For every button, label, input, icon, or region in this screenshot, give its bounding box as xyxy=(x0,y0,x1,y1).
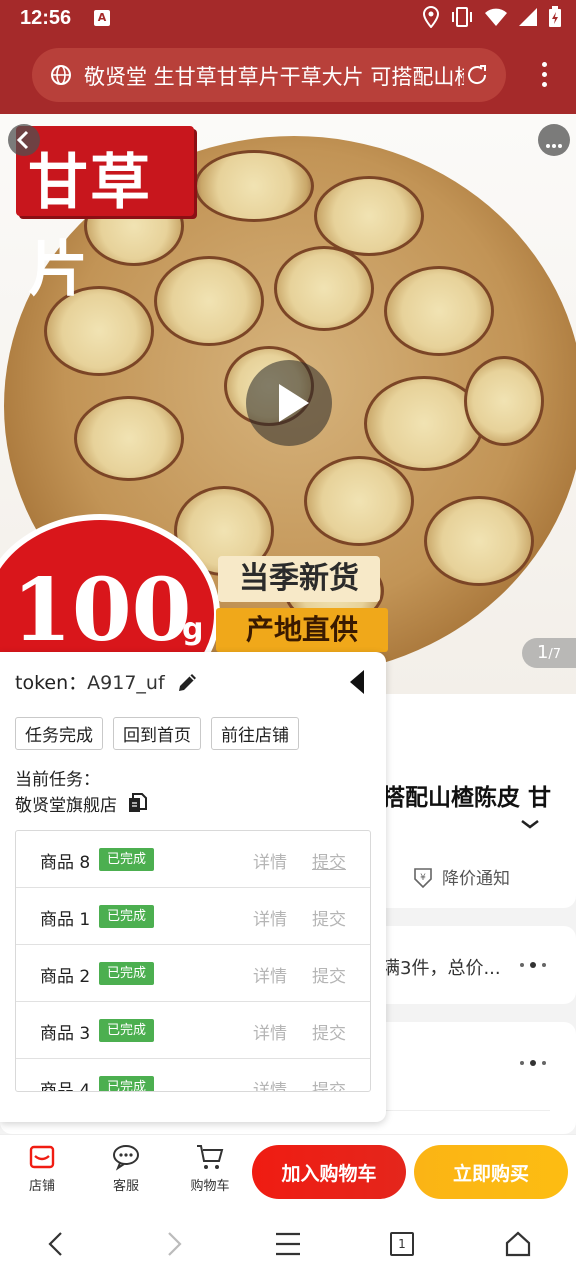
reload-icon[interactable] xyxy=(464,62,490,88)
status-badge: 已完成 xyxy=(99,962,155,985)
chevron-down-icon[interactable] xyxy=(520,816,540,832)
customer-service-button[interactable]: 客服 xyxy=(98,1143,154,1194)
cart-icon xyxy=(197,1145,224,1169)
detail-link[interactable]: 详情 xyxy=(253,1019,287,1044)
detail-link[interactable]: 详情 xyxy=(253,848,287,873)
task-row: 商品 2 已完成 详情 提交 xyxy=(16,945,370,1002)
app-notification-icon: A xyxy=(94,10,110,26)
edit-icon[interactable] xyxy=(176,670,200,694)
task-row: 商品 4 已完成 详情 提交 xyxy=(16,1059,370,1092)
image-counter-current: 1 xyxy=(536,642,549,663)
image-counter: 1/7 xyxy=(522,638,576,668)
nav-forward-icon[interactable] xyxy=(162,1230,186,1258)
token-value: A917_uf xyxy=(87,672,165,694)
price-notify-button[interactable]: ¥ 降价通知 xyxy=(412,864,510,889)
address-bar[interactable]: 敬贤堂 生甘草甘草片干草大片 可搭配山楂陈皮 甘草 xyxy=(32,48,506,102)
price-notify-label: 降价通知 xyxy=(442,869,510,889)
status-badge: 已完成 xyxy=(99,1076,155,1091)
badge-text: 甘草片 xyxy=(28,148,152,305)
status-badge: 已完成 xyxy=(99,905,155,928)
token-row: token：A917_uf xyxy=(15,668,165,695)
browser-toolbar: 敬贤堂 生甘草甘草片干草大片 可搭配山楂陈皮 甘草 xyxy=(0,36,576,114)
promo-more-icon[interactable] xyxy=(520,962,546,968)
status-badge: 已完成 xyxy=(99,1019,155,1042)
service-label: 客服 xyxy=(112,1179,139,1194)
add-to-cart-button[interactable]: 加入购物车 xyxy=(252,1145,406,1199)
promo-direct-label: 产地直供 xyxy=(216,608,388,652)
task-row: 商品 1 已完成 详情 提交 xyxy=(16,888,370,945)
status-time: 12:56 xyxy=(20,7,72,29)
task-panel: token：A917_uf 任务完成 回到首页 前往店铺 当前任务： 敬贤堂旗舰… xyxy=(0,652,386,1122)
task-name: 商品 2 xyxy=(40,967,91,987)
submit-link[interactable]: 提交 xyxy=(312,1019,346,1044)
globe-icon xyxy=(51,65,71,85)
task-name: 商品 4 xyxy=(40,1081,91,1092)
weight-number: 100 xyxy=(12,560,192,661)
tab-switcher-button[interactable]: 1 xyxy=(390,1232,414,1256)
task-row: 商品 8 已完成 详情 提交 xyxy=(16,831,370,888)
url-title: 敬贤堂 生甘草甘草片干草大片 可搭配山楂陈皮 甘草 xyxy=(84,65,464,89)
cart-button[interactable]: 购物车 xyxy=(182,1143,238,1194)
signal-icon xyxy=(519,8,537,26)
product-image-carousel[interactable]: 甘草片 100 g 当季新货 产地直供 1/7 xyxy=(0,114,576,694)
store-label: 店铺 xyxy=(28,1179,55,1194)
go-store-button[interactable]: 前往店铺 xyxy=(211,717,299,750)
task-name: 商品 8 xyxy=(40,853,91,873)
weight-unit: g xyxy=(182,612,204,647)
detail-link[interactable]: 详情 xyxy=(253,905,287,930)
bottom-action-bar: 店铺 客服 购物车 加入购物车 立即购买 xyxy=(0,1134,576,1208)
battery-icon xyxy=(549,6,561,27)
back-icon[interactable] xyxy=(8,124,40,156)
more-icon[interactable] xyxy=(538,124,570,156)
store-icon xyxy=(29,1145,55,1169)
task-name: 商品 3 xyxy=(40,1024,91,1044)
collapse-panel-icon[interactable] xyxy=(348,668,366,696)
nav-back-icon[interactable] xyxy=(44,1230,68,1258)
current-task-value: 敬贤堂旗舰店 xyxy=(15,796,117,816)
wifi-icon xyxy=(485,8,507,26)
browser-nav-bar: 1 xyxy=(0,1208,576,1280)
current-task-label: 当前任务： xyxy=(15,770,100,790)
service-more-icon[interactable] xyxy=(520,1060,546,1066)
submit-link[interactable]: 提交 xyxy=(312,848,346,873)
back-home-button[interactable]: 回到首页 xyxy=(113,717,201,750)
chat-icon xyxy=(113,1145,139,1171)
play-video-button[interactable] xyxy=(246,360,332,446)
buy-now-button[interactable]: 立即购买 xyxy=(414,1145,568,1199)
submit-link[interactable]: 提交 xyxy=(312,1076,346,1091)
promo-text: 满3件，总价... xyxy=(382,958,501,979)
browser-menu-icon[interactable] xyxy=(542,62,548,92)
price-tag-icon: ¥ xyxy=(414,867,432,888)
task-complete-button[interactable]: 任务完成 xyxy=(15,717,103,750)
task-list[interactable]: 商品 8 已完成 详情 提交 商品 1 已完成 详情 提交 商品 2 已完成 详… xyxy=(15,830,371,1092)
detail-link[interactable]: 详情 xyxy=(253,962,287,987)
svg-text:¥: ¥ xyxy=(420,873,426,883)
submit-link[interactable]: 提交 xyxy=(312,962,346,987)
product-title: 搭配山楂陈皮 甘 xyxy=(382,785,552,811)
vibrate-icon xyxy=(452,7,472,27)
product-name-badge: 甘草片 xyxy=(16,126,194,305)
task-name: 商品 1 xyxy=(40,910,91,930)
promo-new-label: 当季新货 xyxy=(218,556,380,602)
image-counter-total: /7 xyxy=(548,647,562,662)
store-button[interactable]: 店铺 xyxy=(14,1143,70,1194)
nav-menu-icon[interactable] xyxy=(274,1230,302,1258)
cart-label: 购物车 xyxy=(190,1179,230,1194)
location-icon xyxy=(422,6,440,28)
task-row: 商品 3 已完成 详情 提交 xyxy=(16,1002,370,1059)
status-badge: 已完成 xyxy=(99,848,155,871)
nav-home-icon[interactable] xyxy=(504,1230,532,1258)
detail-link[interactable]: 详情 xyxy=(253,1076,287,1091)
status-bar: 12:56 A xyxy=(0,0,576,36)
token-label: token： xyxy=(15,672,88,694)
submit-link[interactable]: 提交 xyxy=(312,905,346,930)
copy-icon[interactable] xyxy=(127,793,147,813)
